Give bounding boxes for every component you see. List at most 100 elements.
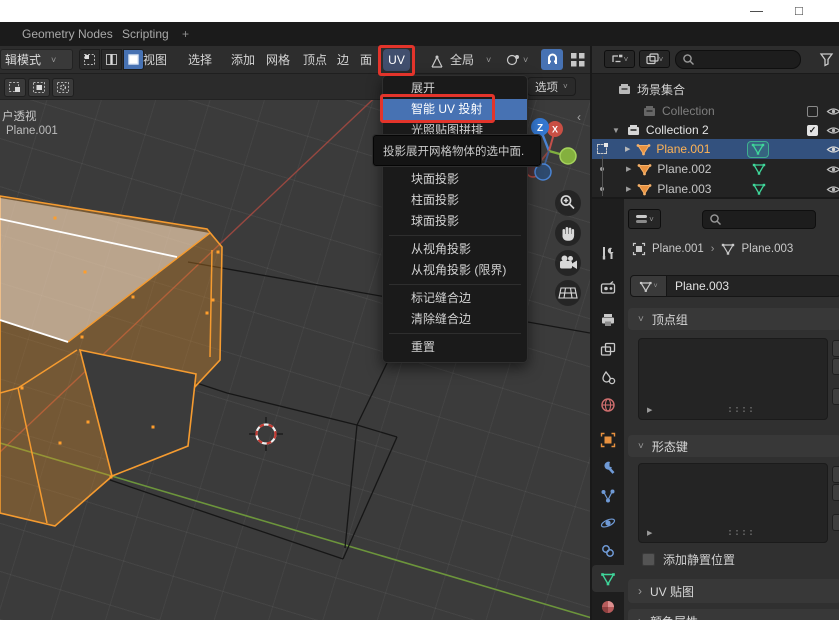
outliner-row-scene-collection[interactable]: 场景集合 xyxy=(592,79,839,99)
disclosure-down-icon[interactable]: ▼ xyxy=(612,126,620,135)
breadcrumb-object[interactable]: Plane.001 xyxy=(652,243,704,255)
eye-icon[interactable] xyxy=(826,125,839,136)
shape-keys-list[interactable]: ▶ :::: xyxy=(638,463,828,543)
menu-view[interactable]: 视图 xyxy=(143,46,167,74)
gizmo-axis-y-ball[interactable] xyxy=(560,148,576,164)
sidebar-collapse-arrow[interactable]: ‹ xyxy=(577,110,581,124)
mesh-data-icon[interactable] xyxy=(752,163,766,175)
outliner-row-plane-002[interactable]: ▶ Plane.002 xyxy=(592,159,839,179)
outliner-filter-button[interactable] xyxy=(819,52,834,72)
tab-scene[interactable] xyxy=(592,364,624,391)
tab-view-layer[interactable] xyxy=(592,336,624,363)
panel-header-vertex-groups[interactable]: ˅ 顶点组 xyxy=(628,308,839,330)
outliner-row-collection[interactable]: Collection xyxy=(592,101,839,121)
eye-icon[interactable] xyxy=(826,106,839,117)
workspace-tab-geometry-nodes[interactable]: Geometry Nodes xyxy=(12,22,123,46)
menu-item-mark-seam[interactable]: 标记缝合边 xyxy=(383,288,527,309)
orientation-dropdown[interactable] xyxy=(430,53,444,71)
mesh-data-icon xyxy=(639,281,652,292)
vertex-groups-list[interactable]: ▶ :::: xyxy=(638,338,828,420)
menu-edge[interactable]: 边 xyxy=(337,46,349,74)
menu-add[interactable]: 添加 xyxy=(231,46,255,74)
menu-face[interactable]: 面 xyxy=(360,46,372,74)
datablock-name-input[interactable]: Plane.003 xyxy=(667,275,839,297)
outliner-display-mode-dropdown[interactable]: ˅ xyxy=(604,50,635,68)
options-dropdown[interactable]: 选项 ˅ xyxy=(527,77,576,96)
tab-output[interactable] xyxy=(592,306,624,333)
tab-object[interactable] xyxy=(592,426,624,453)
panel-header-shape-keys[interactable]: ˅ 形态键 xyxy=(628,435,839,457)
viewport-nav-buttons[interactable] xyxy=(555,190,581,306)
gizmo-axis-neg-z-ball[interactable] xyxy=(535,164,551,180)
add-workspace-button[interactable]: + xyxy=(172,22,199,46)
tool-select-box-button[interactable] xyxy=(28,78,50,97)
menu-item-reset[interactable]: 重置 xyxy=(383,337,527,358)
eye-icon[interactable] xyxy=(826,144,839,155)
menu-mesh[interactable]: 网格 xyxy=(266,46,290,74)
outliner-search-input[interactable] xyxy=(675,50,801,69)
disclosure-right-icon[interactable]: ▶ xyxy=(626,185,631,193)
snap-toggle-button[interactable] xyxy=(541,49,563,70)
tab-render[interactable] xyxy=(592,274,624,301)
eye-icon[interactable] xyxy=(826,164,839,175)
tab-modifiers[interactable] xyxy=(592,454,624,481)
vertex-group-remove-button[interactable] xyxy=(832,358,839,375)
disclosure-right-icon[interactable]: ▶ xyxy=(625,145,630,153)
resize-grip[interactable]: :::: xyxy=(727,404,755,415)
shape-key-specials-button[interactable] xyxy=(832,514,839,531)
vertex-group-specials-button[interactable] xyxy=(832,388,839,405)
tab-constraints[interactable] xyxy=(592,537,624,564)
properties-search-input[interactable] xyxy=(702,210,816,229)
pivot-point-dropdown[interactable] xyxy=(506,53,521,72)
menu-item-project-from-view[interactable]: 从视角投影 xyxy=(383,239,527,260)
orientation-label[interactable]: 全局 xyxy=(450,46,474,74)
vertex-group-add-button[interactable] xyxy=(832,340,839,357)
resize-grip[interactable]: :::: xyxy=(727,527,755,538)
outliner-row-plane-001[interactable]: ▶ Plane.001 xyxy=(592,139,839,159)
menu-item-cylinder-projection[interactable]: 柱面投影 xyxy=(383,190,527,211)
menu-item-clear-seam[interactable]: 清除缝合边 xyxy=(383,309,527,330)
zoom-button[interactable] xyxy=(555,190,581,216)
menu-vertex[interactable]: 顶点 xyxy=(303,46,327,74)
mesh-data-icon[interactable] xyxy=(752,183,766,195)
tab-material[interactable] xyxy=(592,593,624,620)
outliner-row-collection-2[interactable]: ▼ Collection 2 ✓ xyxy=(592,120,839,140)
disclosure-right-icon[interactable]: ▶ xyxy=(647,529,652,537)
menu-select[interactable]: 选择 xyxy=(188,46,212,74)
collection-exclude-checkbox[interactable]: ✓ xyxy=(807,125,818,136)
shape-key-add-button[interactable] xyxy=(832,466,839,483)
tab-physics[interactable] xyxy=(592,509,624,536)
outliner-row-plane-003[interactable]: ▶ Plane.003 xyxy=(592,179,839,199)
mode-dropdown[interactable]: 辑模式 ˅ xyxy=(0,49,73,70)
menu-item-sphere-projection[interactable]: 球面投影 xyxy=(383,211,527,232)
menu-item-project-from-view-bounds[interactable]: 从视角投影 (限界) xyxy=(383,260,527,281)
add-rest-position-checkbox[interactable] xyxy=(642,553,655,566)
panel-header-uv-maps[interactable]: › UV 贴图 xyxy=(628,579,839,603)
maximize-button[interactable]: □ xyxy=(795,0,803,22)
tab-object-data[interactable] xyxy=(592,565,624,592)
tool-select-circle-button[interactable] xyxy=(52,78,74,97)
chevron-down-icon: ˅ xyxy=(649,215,654,224)
eye-icon[interactable] xyxy=(826,184,839,195)
panel-header-color-attributes[interactable]: › 颜色属性 xyxy=(628,609,839,620)
select-mode-edge-button[interactable] xyxy=(101,49,122,70)
proportional-edit-button[interactable] xyxy=(570,52,586,73)
collection-exclude-checkbox[interactable] xyxy=(807,106,818,117)
tab-tool[interactable] xyxy=(592,239,624,266)
shape-key-remove-button[interactable] xyxy=(832,484,839,501)
workspace-tab-scripting[interactable]: Scripting xyxy=(112,22,179,46)
select-mode-vertex-button[interactable] xyxy=(79,49,100,70)
disclosure-right-icon[interactable]: ▶ xyxy=(626,165,631,173)
mesh-data-icon-active[interactable] xyxy=(747,141,769,158)
tool-tweak-button[interactable] xyxy=(4,78,26,97)
datablock-type-dropdown[interactable]: ˅ xyxy=(630,275,667,297)
breadcrumb-data[interactable]: Plane.003 xyxy=(741,243,793,255)
disclosure-right-icon[interactable]: ▶ xyxy=(647,406,652,414)
menu-item-cube-projection[interactable]: 块面投影 xyxy=(383,169,527,190)
select-mode-face-button[interactable] xyxy=(123,49,144,70)
minimize-button[interactable]: — xyxy=(750,0,763,22)
properties-filter-dropdown[interactable]: ˅ xyxy=(628,209,661,229)
tab-particles[interactable] xyxy=(592,482,624,509)
outliner-filter-type-dropdown[interactable]: ˅ xyxy=(639,50,670,68)
tab-world[interactable] xyxy=(592,391,624,418)
